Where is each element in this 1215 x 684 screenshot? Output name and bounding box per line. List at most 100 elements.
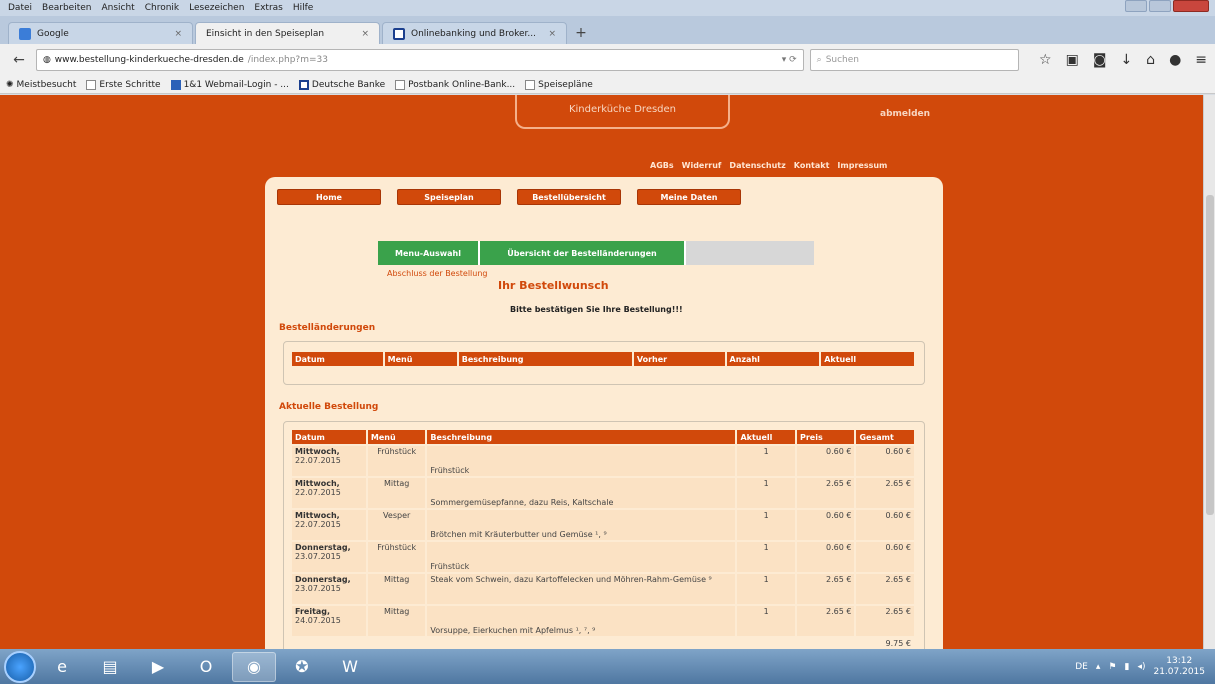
menu-ansicht[interactable]: Ansicht xyxy=(101,3,134,13)
current-header-row: Datum Menü Beschreibung Aktuell Preis Ge… xyxy=(292,430,914,444)
internet-explorer-icon[interactable]: e xyxy=(40,652,84,682)
link-widerruf[interactable]: Widerruf xyxy=(682,161,722,170)
menu-cell: Frühstück xyxy=(367,446,426,476)
search-bar[interactable]: ⌕ Suchen xyxy=(809,49,1020,71)
system-tray: DE ▴ ⚑ ▮ ◂) 13:12 21.07.2015 xyxy=(1075,649,1205,684)
current-order-box: Datum Menü Beschreibung Aktuell Preis Ge… xyxy=(283,421,925,649)
price-cell: 2.65 € xyxy=(796,574,855,604)
reload-icon[interactable]: ▾ ⟳ xyxy=(782,55,797,65)
bookmark-webmail[interactable]: 1&1 Webmail-Login - ... xyxy=(170,79,289,90)
hamburger-menu-icon[interactable]: ≡ xyxy=(1195,52,1207,68)
close-tab-icon[interactable]: × xyxy=(548,29,556,39)
page-title: Ihr Bestellwunsch xyxy=(498,279,609,292)
logout-link[interactable]: abmelden xyxy=(880,109,930,119)
globe-icon: ◍ xyxy=(42,55,51,65)
network-app-icon[interactable]: ✪ xyxy=(280,652,324,682)
volume-icon[interactable]: ◂) xyxy=(1137,662,1145,672)
price-cell: 0.60 € xyxy=(796,446,855,476)
menu-lesezeichen[interactable]: Lesezeichen xyxy=(189,3,244,13)
link-impressum[interactable]: Impressum xyxy=(837,161,887,170)
close-tab-icon[interactable]: × xyxy=(174,29,182,39)
new-tab-button[interactable]: + xyxy=(569,22,593,44)
link-datenschutz[interactable]: Datenschutz xyxy=(729,161,785,170)
menu-bearbeiten[interactable]: Bearbeiten xyxy=(42,3,91,13)
table-row: Donnerstag, 23.07.2015 Frühstück Frühstüc… xyxy=(292,542,914,572)
deutsche-bank-icon xyxy=(298,79,309,90)
pocket-icon[interactable]: ◙ xyxy=(1093,52,1107,68)
tab-google[interactable]: Google × xyxy=(8,22,193,44)
menu-extras[interactable]: Extras xyxy=(254,3,282,13)
close-window-button[interactable] xyxy=(1173,0,1209,12)
nav-speiseplan-button[interactable]: Speiseplan xyxy=(397,189,501,205)
close-tab-icon[interactable]: × xyxy=(361,29,369,39)
site-logo[interactable]: Kinderküche Dresden xyxy=(515,95,730,129)
link-kontakt[interactable]: Kontakt xyxy=(794,161,830,170)
show-hidden-icons-icon[interactable]: ▴ xyxy=(1096,662,1101,672)
search-placeholder: Suchen xyxy=(825,55,859,65)
page-icon xyxy=(395,79,406,90)
bookmark-postbank[interactable]: Postbank Online-Bank... xyxy=(395,79,515,90)
bookmark-deutsche-bank[interactable]: Deutsche Banke xyxy=(298,79,385,90)
minimize-button[interactable] xyxy=(1125,0,1147,12)
chat-icon[interactable]: ● xyxy=(1169,52,1181,68)
network-icon[interactable]: ▮ xyxy=(1124,662,1129,672)
clock[interactable]: 13:12 21.07.2015 xyxy=(1153,656,1205,678)
tab-speiseplan[interactable]: Einsicht in den Speiseplan × xyxy=(195,22,380,44)
price-cell: 2.65 € xyxy=(796,606,855,636)
date: 22.07.2015 xyxy=(295,520,341,529)
scrollbar-thumb[interactable] xyxy=(1206,195,1214,515)
changes-table: Datum Menü Beschreibung Vorher Anzahl Ak… xyxy=(290,350,916,368)
word-icon[interactable]: W xyxy=(328,652,372,682)
tab-onlinebanking[interactable]: Onlinebanking und Broker... × xyxy=(382,22,567,44)
bookmark-erste-schritte[interactable]: Erste Schritte xyxy=(86,79,161,90)
page-viewport: Kinderküche Dresden abmelden AGBs Widerr… xyxy=(0,95,1203,649)
link-agbs[interactable]: AGBs xyxy=(650,161,674,170)
col-aktuell: Aktuell xyxy=(821,352,914,366)
menu-hilfe[interactable]: Hilfe xyxy=(293,3,313,13)
nav-meine-daten-button[interactable]: Meine Daten xyxy=(637,189,741,205)
menu-datei[interactable]: Datei xyxy=(8,3,32,13)
page-icon xyxy=(525,79,536,90)
col-vorher: Vorher xyxy=(633,352,725,366)
page-scrollbar[interactable] xyxy=(1203,95,1215,649)
quantity-cell: 1 xyxy=(737,606,795,636)
back-arrow-icon[interactable]: ← xyxy=(8,49,30,71)
page-icon xyxy=(86,79,97,90)
url-bar[interactable]: ◍ www.bestellung-kinderkueche-dresden.de… xyxy=(35,49,804,71)
date-cell: Freitag, 24.07.2015 xyxy=(292,606,366,636)
menu-chronik[interactable]: Chronik xyxy=(145,3,179,13)
media-player-icon[interactable]: ▶ xyxy=(136,652,180,682)
google-favicon-icon xyxy=(19,27,31,40)
quantity-cell: 1 xyxy=(737,446,795,476)
step-abschluss xyxy=(684,241,814,265)
top-links: AGBs Widerruf Datenschutz Kontakt Impres… xyxy=(650,161,887,170)
bookmark-meistbesucht[interactable]: ✺ Meistbesucht xyxy=(6,80,76,90)
bookmark-speiseplaene[interactable]: Speisepläne xyxy=(525,79,593,90)
language-indicator[interactable]: DE xyxy=(1075,662,1088,672)
maximize-button[interactable] xyxy=(1149,0,1171,12)
total-cell: 2.65 € xyxy=(856,606,914,636)
col-datum: Datum xyxy=(292,430,366,444)
price-cell: 2.65 € xyxy=(796,478,855,508)
description-cell: Brötchen mit Kräuterbutter und Gemüse ¹,… xyxy=(427,510,736,540)
description-cell: Frühstück xyxy=(427,446,736,476)
file-explorer-icon[interactable]: ▤ xyxy=(88,652,132,682)
col-preis: Preis xyxy=(796,430,855,444)
home-icon[interactable]: ⌂ xyxy=(1146,52,1155,68)
nav-bestelluebersicht-button[interactable]: Bestellübersicht xyxy=(517,189,621,205)
total-cell: 2.65 € xyxy=(856,478,914,508)
action-center-flag-icon[interactable]: ⚑ xyxy=(1108,662,1116,672)
bookmarks-list-icon[interactable]: ▣ xyxy=(1066,52,1079,68)
bookmark-star-icon[interactable]: ☆ xyxy=(1039,52,1052,68)
changes-table-box: Datum Menü Beschreibung Vorher Anzahl Ak… xyxy=(283,341,925,385)
description-cell: Sommergemüsepfanne, dazu Reis, Kaltschal… xyxy=(427,478,736,508)
windows-start-button[interactable] xyxy=(4,650,36,683)
menu-cell: Mittag xyxy=(367,478,426,508)
date: 24.07.2015 xyxy=(295,616,341,625)
bookmarks-bar: ✺ Meistbesucht Erste Schritte 1&1 Webmail… xyxy=(0,76,1215,94)
firefox-icon[interactable]: ◉ xyxy=(232,651,276,682)
outlook-icon[interactable]: O xyxy=(184,652,228,682)
download-icon[interactable]: ↓ xyxy=(1120,52,1132,68)
col-aktuell: Aktuell xyxy=(737,430,795,444)
nav-home-button[interactable]: Home xyxy=(277,189,381,205)
